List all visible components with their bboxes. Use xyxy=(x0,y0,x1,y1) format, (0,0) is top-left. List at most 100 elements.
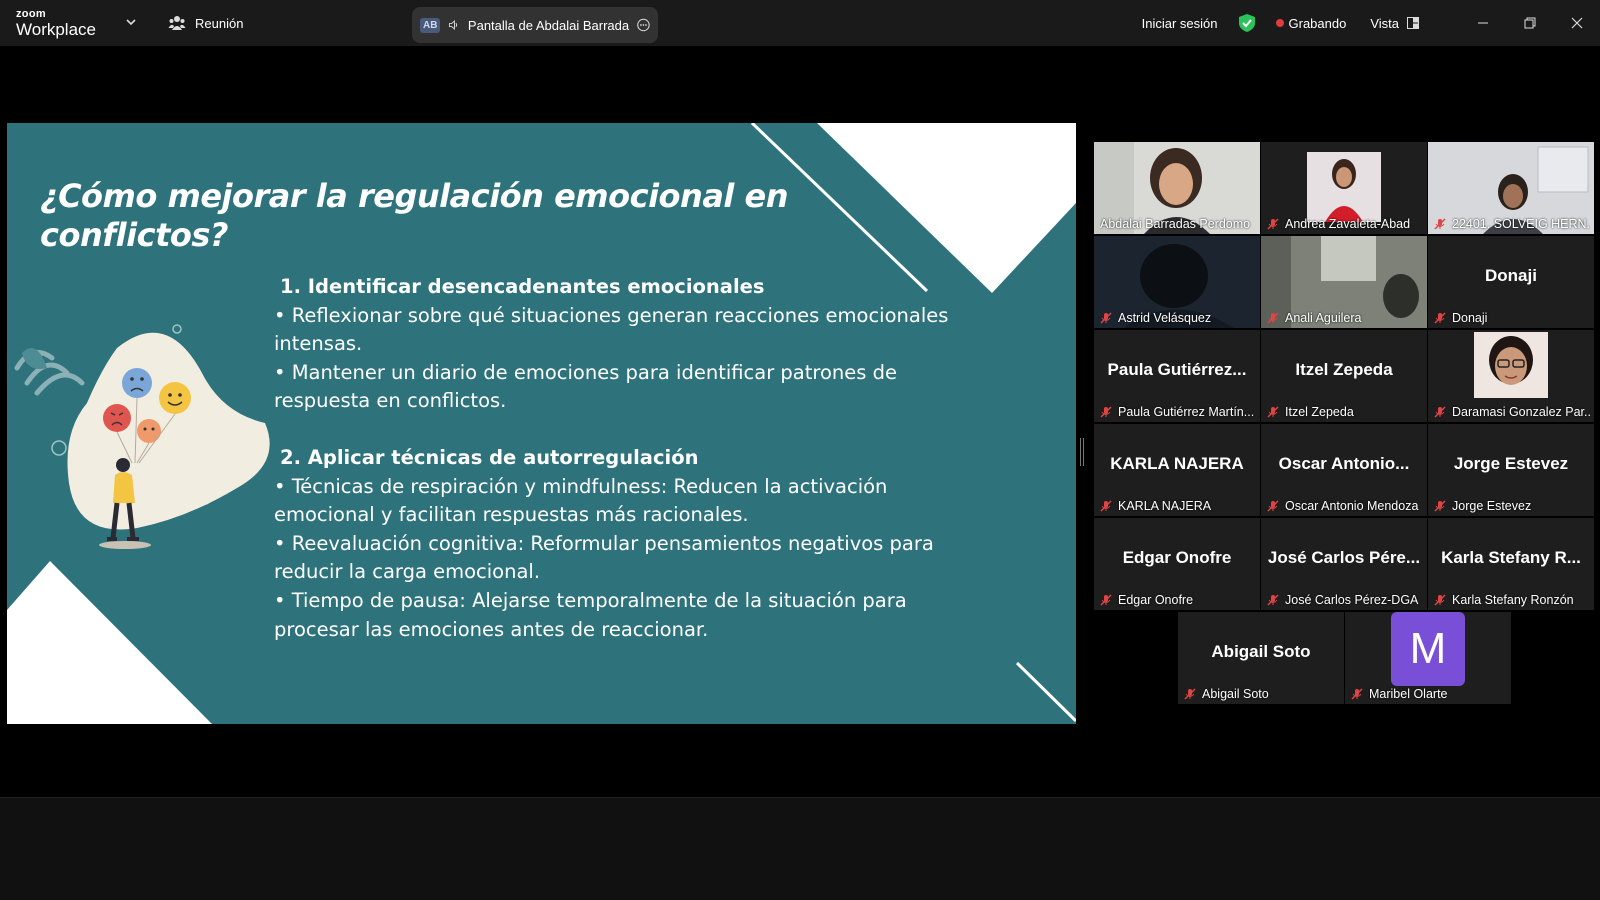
section-2-heading: 2. Aplicar técnicas de autorregulación xyxy=(280,445,699,469)
participant-display-name: KARLA NAJERA xyxy=(1110,454,1244,473)
mic-muted-icon xyxy=(1100,406,1112,418)
participant-label: Anali Aguilera xyxy=(1267,311,1423,325)
restore-icon xyxy=(1524,17,1535,29)
meeting-menu[interactable]: Reunión xyxy=(168,13,243,33)
participant-name: Jorge Estevez xyxy=(1452,499,1532,513)
slide-title: ¿Cómo mejorar la regulación emocional en… xyxy=(40,177,789,254)
restore-button[interactable] xyxy=(1506,0,1553,46)
participant-tile[interactable]: Karla Stefany R... Karla Stefany Ronzón xyxy=(1428,518,1594,610)
more-options-icon[interactable] xyxy=(637,16,650,34)
participant-tile[interactable]: Daramasi Gonzalez Par... xyxy=(1428,330,1594,422)
participant-name: José Carlos Pérez-DGA xyxy=(1285,593,1419,607)
participant-name: Itzel Zepeda xyxy=(1285,405,1354,419)
participant-label: Karla Stefany Ronzón xyxy=(1434,593,1590,607)
participant-label: Jorge Estevez xyxy=(1434,499,1590,513)
participant-label: José Carlos Pérez-DGA xyxy=(1267,593,1423,607)
section-1-heading: 1. Identificar desencadenantes emocional… xyxy=(280,275,765,298)
participant-tile[interactable]: Astrid Velásquez xyxy=(1094,236,1260,328)
chevron-down-icon[interactable] xyxy=(125,16,137,28)
participant-tile[interactable]: José Carlos Pére... José Carlos Pérez-DG… xyxy=(1261,518,1427,610)
participant-tile[interactable]: Paula Gutiérrez... Paula Gutiérrez Martí… xyxy=(1094,330,1260,422)
mic-muted-icon xyxy=(1434,312,1446,324)
mic-muted-icon xyxy=(1267,594,1279,606)
bottom-area xyxy=(0,797,1600,900)
participant-display-name: Donaji xyxy=(1485,266,1537,285)
close-button[interactable] xyxy=(1553,0,1600,46)
participant-display-name: Edgar Onofre xyxy=(1122,548,1232,567)
participant-name: Abdalai Barradas Perdomo xyxy=(1100,217,1251,231)
grid-view-icon xyxy=(1407,17,1419,29)
participant-tile[interactable]: M Maribel Olarte xyxy=(1345,612,1511,704)
participant-tile[interactable]: Andrea Zavaleta-Abad xyxy=(1261,142,1427,234)
screen-share-indicator[interactable]: AB Pantalla de Abdalai Barrada xyxy=(412,7,658,43)
section-2-bullet: Tiempo de pausa: Alejarse temporalmente … xyxy=(274,587,994,644)
participant-name: Karla Stefany Ronzón xyxy=(1452,593,1574,607)
participant-tile[interactable]: KARLA NAJERA KARLA NAJERA xyxy=(1094,424,1260,516)
section-1-bullet: Mantener un diario de emociones para ide… xyxy=(274,359,994,416)
participant-gallery: Abdalai Barradas Perdomo Andrea Zavaleta… xyxy=(1094,142,1595,706)
participant-name: Andrea Zavaleta-Abad xyxy=(1285,217,1411,231)
recording-label: Grabando xyxy=(1288,15,1347,31)
participant-label: Donaji xyxy=(1434,311,1590,325)
logo-large-text: Workplace xyxy=(16,20,96,39)
participant-name: Maribel Olarte xyxy=(1369,687,1448,701)
mic-muted-icon xyxy=(1267,500,1279,512)
participant-name: Abigail Soto xyxy=(1202,687,1269,701)
shared-slide[interactable]: ¿Cómo mejorar la regulación emocional en… xyxy=(7,123,1076,724)
participant-tile[interactable]: Donaji Donaji xyxy=(1428,236,1594,328)
participant-tile[interactable]: Oscar Antonio... Oscar Antonio Mendoza xyxy=(1261,424,1427,516)
participant-display-name: Oscar Antonio... xyxy=(1278,454,1410,473)
mic-muted-icon xyxy=(1184,688,1196,700)
participant-tile[interactable]: Edgar Onofre Edgar Onofre xyxy=(1094,518,1260,610)
participant-label: Itzel Zepeda xyxy=(1267,405,1423,419)
participant-display-name: Itzel Zepeda xyxy=(1295,360,1393,379)
speaker-icon[interactable] xyxy=(448,17,459,33)
recording-status[interactable]: Grabando xyxy=(1275,15,1347,31)
participant-name: Paula Gutiérrez Martín... xyxy=(1118,405,1255,419)
participant-display-name: José Carlos Pére... xyxy=(1267,548,1421,567)
participant-name: Anali Aguilera xyxy=(1285,311,1362,325)
participant-tile[interactable]: Abigail Soto Abigail Soto xyxy=(1178,612,1344,704)
participant-name: Astrid Velásquez xyxy=(1118,311,1212,325)
participant-label: Paula Gutiérrez Martín... xyxy=(1100,405,1256,419)
mic-muted-icon xyxy=(1267,406,1279,418)
participant-label: Abigail Soto xyxy=(1184,687,1340,701)
meeting-label: Reunión xyxy=(195,15,244,31)
participant-name: 22401. SOLVEIG HERN... xyxy=(1452,217,1590,231)
mic-muted-icon xyxy=(1434,406,1446,418)
shield-icon[interactable] xyxy=(1238,13,1256,33)
minimize-icon xyxy=(1477,22,1488,24)
panel-resize-handle[interactable] xyxy=(1080,438,1084,466)
section-2-bullet: Reevaluación cognitiva: Reformular pensa… xyxy=(274,530,994,587)
participant-tile[interactable]: Anali Aguilera xyxy=(1261,236,1427,328)
section-1-bullet: Reflexionar sobre qué situaciones genera… xyxy=(274,302,994,359)
participant-tile[interactable]: 22401. SOLVEIG HERN... xyxy=(1428,142,1594,234)
mic-muted-icon xyxy=(1100,312,1112,324)
signin-button[interactable]: Iniciar sesión xyxy=(1142,16,1218,31)
view-label: Vista xyxy=(1370,15,1399,31)
participant-label: Andrea Zavaleta-Abad xyxy=(1267,217,1423,231)
participant-label: Maribel Olarte xyxy=(1351,687,1507,701)
mic-muted-icon xyxy=(1267,218,1279,230)
participant-label: Oscar Antonio Mendoza xyxy=(1267,499,1423,513)
participant-label: Daramasi Gonzalez Par... xyxy=(1434,405,1590,419)
participant-label: Edgar Onofre xyxy=(1100,593,1256,607)
participant-tile[interactable]: Jorge Estevez Jorge Estevez xyxy=(1428,424,1594,516)
zoom-logo: zoom Workplace xyxy=(16,8,96,39)
minimize-button[interactable] xyxy=(1459,0,1506,46)
participant-name: Daramasi Gonzalez Par... xyxy=(1452,405,1590,419)
avatar: M xyxy=(1391,612,1465,686)
participant-tile[interactable]: Itzel Zepeda Itzel Zepeda xyxy=(1261,330,1427,422)
participant-display-name: Abigail Soto xyxy=(1211,642,1311,661)
view-button[interactable]: Vista xyxy=(1370,16,1419,31)
mic-muted-icon xyxy=(1434,594,1446,606)
participant-tile[interactable]: Abdalai Barradas Perdomo xyxy=(1094,142,1260,234)
participant-name: KARLA NAJERA xyxy=(1118,499,1212,513)
mic-muted-icon xyxy=(1434,218,1446,230)
emotions-balloons-illustration xyxy=(14,324,270,549)
share-title: Pantalla de Abdalai Barrada xyxy=(467,17,630,33)
mic-muted-icon xyxy=(1351,688,1363,700)
slide-body: 1. Identificar desencadenantes emocional… xyxy=(274,273,994,644)
title-bar: zoom Workplace Reunión AB Pantalla de Ab… xyxy=(0,0,1600,46)
logo-small-text: zoom xyxy=(16,8,46,20)
